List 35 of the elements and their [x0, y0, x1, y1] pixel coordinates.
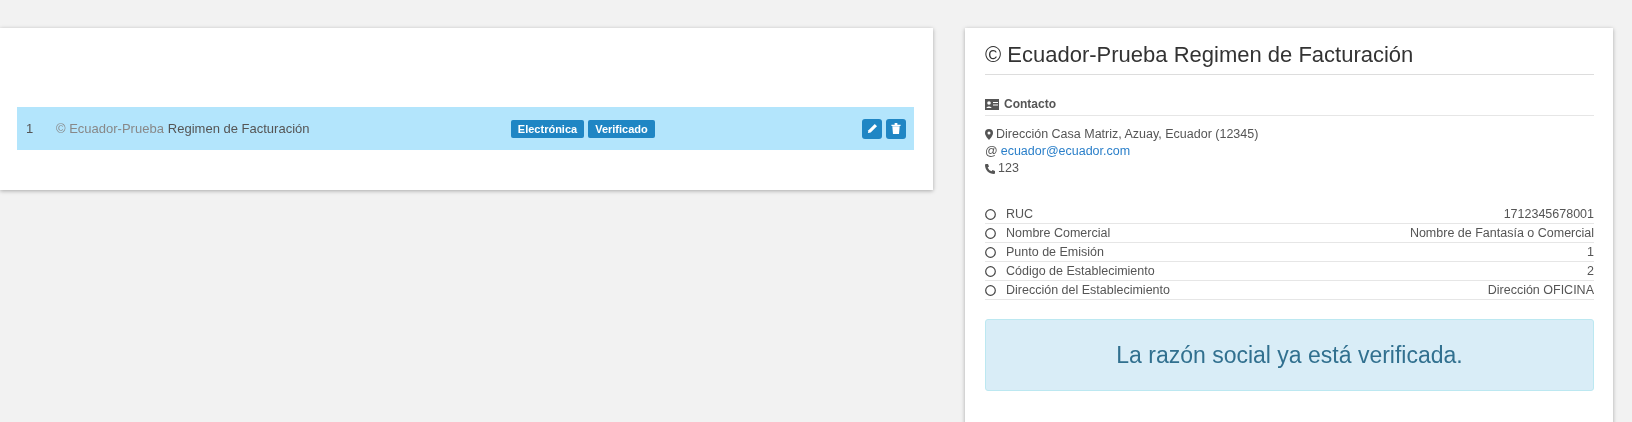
table-row[interactable]: 1 © Ecuador-Prueba Regimen de Facturación Electrónica Verificado	[17, 107, 914, 150]
field-value: Nombre de Fantasía o Comercial	[1409, 226, 1594, 240]
field-value: 1	[1587, 245, 1594, 259]
contact-card-icon	[985, 98, 999, 110]
circle-icon	[985, 246, 996, 258]
detail-title: © Ecuador-Prueba Regimen de Facturación	[985, 42, 1594, 75]
field-value: 2	[1587, 264, 1594, 278]
at-sign: @	[985, 143, 998, 160]
pencil-icon	[866, 123, 878, 134]
field-label: Código de Establecimiento	[1006, 264, 1156, 278]
contact-heading: Contacto	[1004, 97, 1056, 111]
circle-icon	[985, 284, 996, 296]
trash-icon	[891, 123, 901, 134]
field-value: Dirección OFICINA	[1487, 283, 1594, 297]
phone-icon	[985, 163, 995, 174]
circle-icon	[985, 208, 996, 220]
edit-button[interactable]	[862, 118, 882, 139]
status-badge: Electrónica	[510, 119, 585, 138]
status-badge: Verificado	[588, 119, 655, 138]
circle-icon	[985, 265, 996, 277]
field-label: Dirección del Establecimiento	[1006, 283, 1171, 297]
circle-icon	[985, 227, 996, 239]
delete-button[interactable]	[886, 118, 906, 139]
field-label: Punto de Emisión	[1006, 245, 1105, 259]
entity-name: Regimen de Facturación	[167, 121, 311, 136]
field-label: Nombre Comercial	[1006, 226, 1112, 240]
field-value: 1712345678001	[1503, 207, 1594, 221]
row-number: 1	[25, 121, 35, 136]
map-marker-icon	[985, 129, 993, 140]
address-text: Dirección Casa Matriz, Azuay, Ecuador (12345)	[996, 126, 1259, 143]
field-label: RUC	[1006, 207, 1035, 221]
info-alert: La razón social ya está verificada.	[985, 319, 1594, 391]
phone-text: 123	[998, 160, 1019, 177]
entity-prefix: © Ecuador-Prueba	[56, 121, 164, 136]
email-link[interactable]: ecuador@ecuador.com	[1000, 143, 1131, 160]
